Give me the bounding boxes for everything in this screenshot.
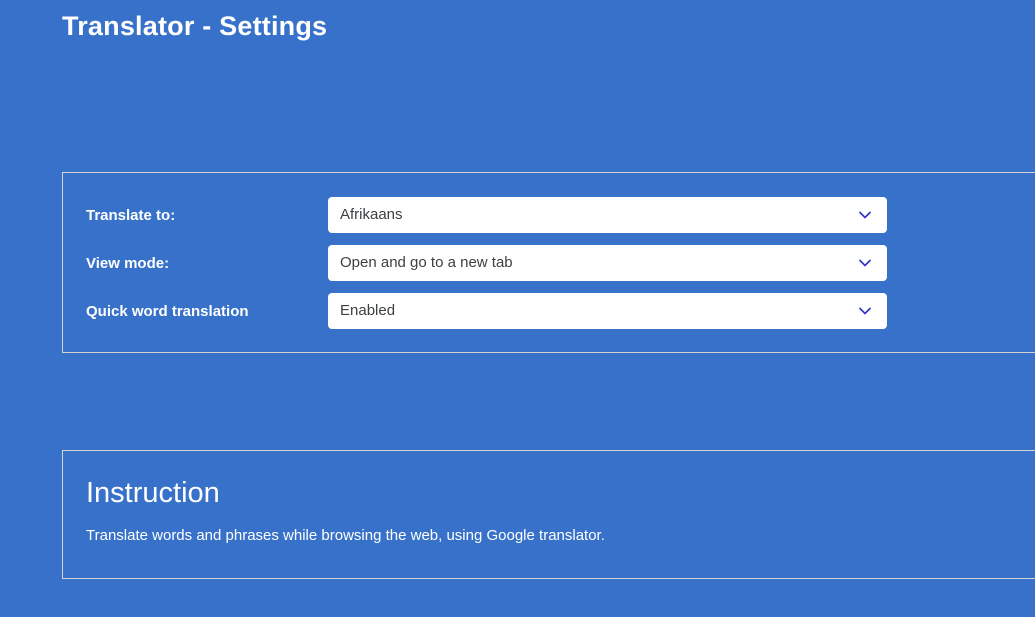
translate-to-select[interactable]: Afrikaans	[328, 197, 887, 233]
setting-row-translate-to: Translate to: Afrikaans	[86, 197, 1035, 233]
view-mode-selected-value: Open and go to a new tab	[340, 254, 513, 271]
quick-word-translation-selected-value: Enabled	[340, 302, 396, 319]
setting-row-quick-word-translation: Quick word translation Enabled	[86, 293, 1035, 329]
chevron-down-icon	[858, 259, 872, 267]
page-title: Translator - Settings	[62, 11, 328, 41]
settings-card: Translate to: Afrikaans View mode: Open …	[62, 172, 1035, 353]
instruction-heading: Instruction	[86, 477, 220, 509]
translate-to-selected-value: Afrikaans	[340, 206, 403, 223]
translate-to-label: Translate to:	[86, 206, 176, 224]
view-mode-select[interactable]: Open and go to a new tab	[328, 245, 887, 281]
setting-row-view-mode: View mode: Open and go to a new tab	[86, 245, 1035, 281]
instruction-text: Translate words and phrases while browsi…	[86, 527, 605, 544]
instruction-card: Instruction Translate words and phrases …	[62, 450, 1035, 579]
quick-word-translation-label: Quick word translation	[86, 302, 249, 320]
view-mode-label: View mode:	[86, 254, 170, 272]
quick-word-translation-select[interactable]: Enabled	[328, 293, 887, 329]
chevron-down-icon	[858, 307, 872, 315]
chevron-down-icon	[858, 211, 872, 219]
